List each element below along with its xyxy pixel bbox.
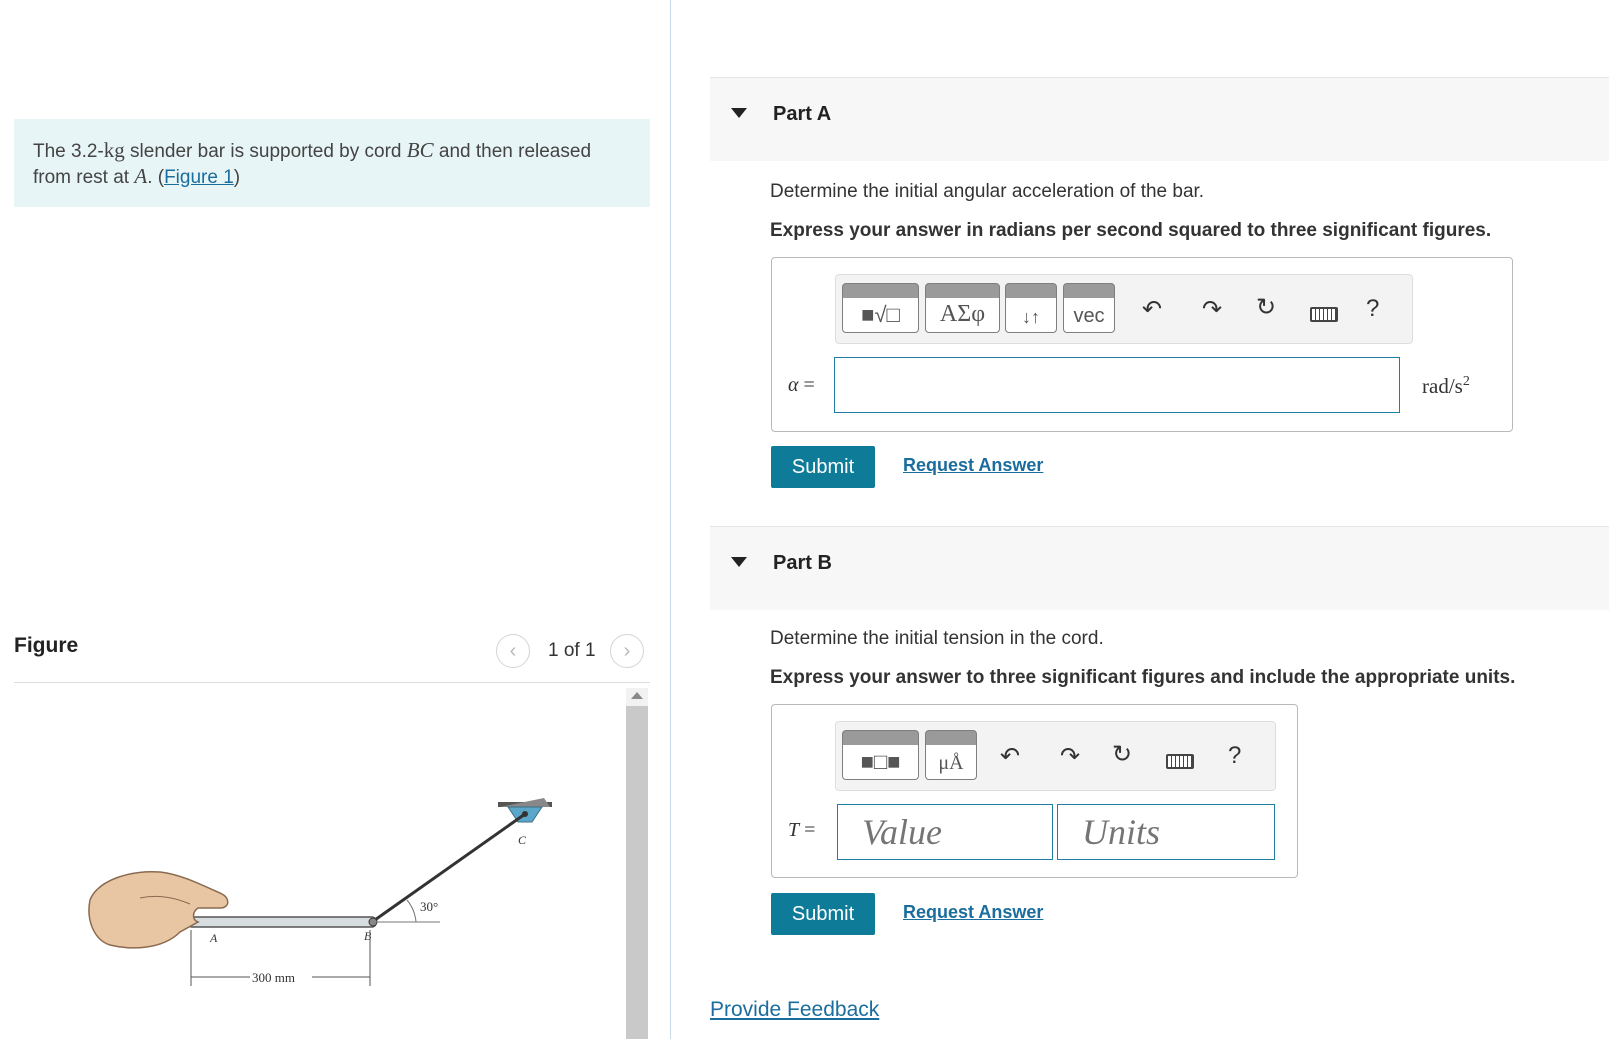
part-b-variable-label: T = <box>788 819 816 841</box>
joint-b <box>368 917 378 927</box>
chevron-right-icon[interactable]: › <box>610 634 644 668</box>
scroll-thumb[interactable] <box>626 706 648 1039</box>
part-a-answer-box: ■√□ ΑΣφ ↓↑ vec ↶ ↷ ↻ ? α = rad/s2 <box>771 257 1513 432</box>
part-b-value-input[interactable] <box>837 804 1053 860</box>
point-b-label: B <box>364 929 372 943</box>
greek-letters-icon[interactable]: ΑΣφ <box>925 283 1000 333</box>
undo-icon[interactable]: ↶ <box>1142 295 1162 324</box>
point-c-label: C <box>518 833 527 847</box>
part-a-header[interactable]: Part A <box>710 77 1609 161</box>
arrows-icon[interactable]: ↓↑ <box>1005 283 1057 333</box>
part-a-submit-button[interactable]: Submit <box>771 446 875 488</box>
angle-label: 30° <box>420 899 438 914</box>
part-b-title: Part B <box>773 552 832 574</box>
part-b-submit-button[interactable]: Submit <box>771 893 875 935</box>
templates-icon[interactable]: ■√□ <box>842 283 919 333</box>
figure-heading: Figure <box>14 634 79 657</box>
help-icon[interactable]: ? <box>1228 742 1241 770</box>
figure-link[interactable]: Figure 1 <box>164 167 234 188</box>
part-b-header[interactable]: Part B <box>710 526 1609 610</box>
problem-text: The 3.2-kg slender bar is supported by c… <box>33 138 592 188</box>
redo-icon[interactable]: ↷ <box>1060 742 1080 771</box>
keyboard-icon[interactable] <box>1310 307 1338 322</box>
part-a-toolbar: ■√□ ΑΣφ ↓↑ vec ↶ ↷ ↻ ? <box>835 274 1413 344</box>
pane-divider <box>670 0 671 1039</box>
part-a-request-answer-link[interactable]: Request Answer <box>903 455 1043 476</box>
part-b-question: Determine the initial tension in the cor… <box>770 628 1104 649</box>
slender-bar <box>187 916 377 928</box>
keyboard-icon[interactable] <box>1166 754 1194 769</box>
units-icon[interactable]: μÅ <box>925 730 977 780</box>
part-a-instruction: Express your answer in radians per secon… <box>770 220 1492 241</box>
reset-icon[interactable]: ↻ <box>1112 740 1132 769</box>
figure-scrollbar[interactable] <box>626 688 648 1039</box>
figure-divider <box>14 682 650 683</box>
part-b-toolbar: ■□■ μÅ ↶ ↷ ↻ ? <box>835 721 1276 791</box>
reset-icon[interactable]: ↻ <box>1256 293 1276 322</box>
cord-bc <box>371 812 526 924</box>
pager-count: 1 of 1 <box>548 640 596 661</box>
part-b-answer-box: ■□■ μÅ ↶ ↷ ↻ ? T = <box>771 704 1298 878</box>
vector-icon[interactable]: vec <box>1063 283 1115 333</box>
part-a-title: Part A <box>773 103 832 125</box>
dimension-label: 300 mm <box>252 970 295 985</box>
part-a-unit: rad/s2 <box>1422 374 1470 398</box>
scroll-up-icon[interactable] <box>631 692 643 699</box>
part-b-units-input[interactable] <box>1057 804 1275 860</box>
angle-arc <box>406 899 417 923</box>
part-b-request-answer-link[interactable]: Request Answer <box>903 902 1043 923</box>
problem-statement: The 3.2-kg slender bar is supported by c… <box>14 119 650 207</box>
mass-unit: kg <box>103 138 125 162</box>
cord-label: BC <box>406 138 434 162</box>
redo-icon[interactable]: ↷ <box>1202 295 1222 324</box>
part-a-question: Determine the initial angular accelerati… <box>770 181 1205 202</box>
provide-feedback-link[interactable]: Provide Feedback <box>710 998 879 1022</box>
hand-illustration <box>88 871 229 949</box>
chevron-left-icon[interactable]: ‹ <box>496 634 530 668</box>
figure-image: 30° A B C 300 mm <box>88 798 552 986</box>
part-a-variable-label: α = <box>788 374 815 396</box>
help-icon[interactable]: ? <box>1366 295 1379 323</box>
caret-down-icon <box>731 108 747 118</box>
templates-icon[interactable]: ■□■ <box>842 730 919 780</box>
point-label: A <box>134 164 148 188</box>
caret-down-icon <box>731 557 747 567</box>
part-a-answer-input[interactable] <box>834 357 1400 413</box>
undo-icon[interactable]: ↶ <box>1000 742 1020 771</box>
part-b-instruction: Express your answer to three significant… <box>770 667 1516 688</box>
point-a-label: A <box>209 931 218 945</box>
